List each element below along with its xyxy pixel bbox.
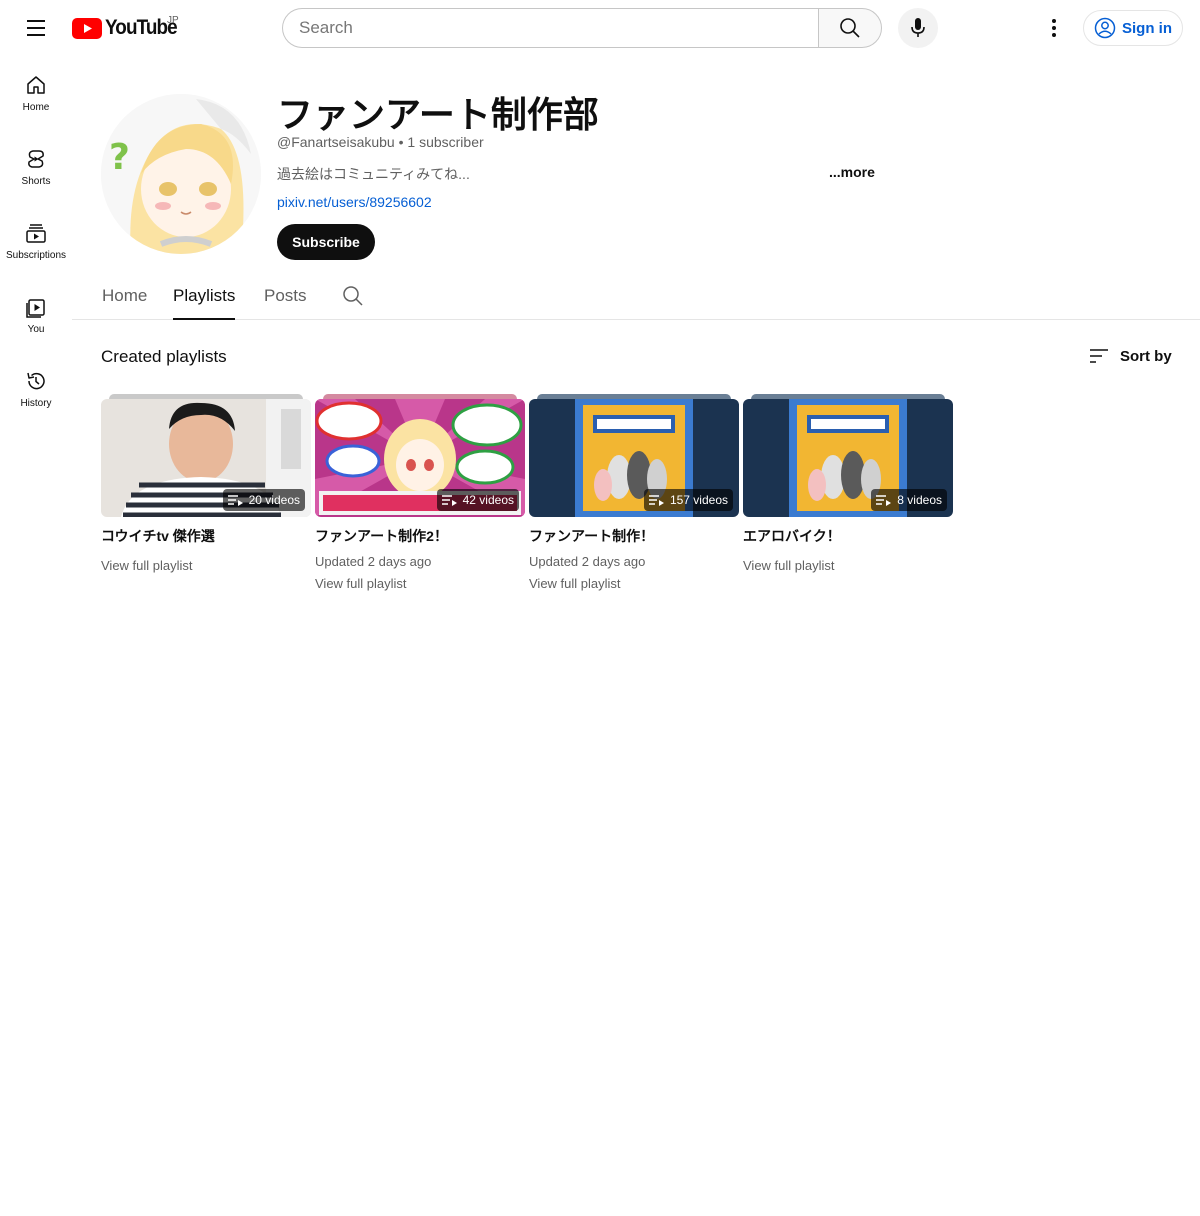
guide-menu-button[interactable] <box>18 10 54 46</box>
view-full-playlist-link[interactable]: View full playlist <box>743 558 835 573</box>
tab-home[interactable]: Home <box>102 286 147 320</box>
video-count: 20 videos <box>248 493 300 507</box>
avatar-illustration: ? <box>101 94 261 254</box>
playlist-updated: Updated 2 days ago <box>529 554 646 569</box>
svg-text:?: ? <box>109 137 130 178</box>
video-count-badge: 157 videos <box>643 489 733 511</box>
guide-item-label: Subscriptions <box>5 249 67 261</box>
video-count: 8 videos <box>897 493 942 507</box>
channel-avatar[interactable]: ? <box>101 94 261 254</box>
tab-playlists[interactable]: Playlists <box>173 286 236 320</box>
subscriptions-icon <box>26 223 46 243</box>
sort-by-button[interactable]: Sort by <box>1088 342 1172 370</box>
channel-description[interactable]: 過去絵はコミュニティみてね... <box>277 164 470 184</box>
sign-in-label: Sign in <box>1122 19 1172 37</box>
channel-name: ファンアート制作部 <box>277 94 599 135</box>
search-button[interactable] <box>818 8 882 48</box>
video-count: 42 videos <box>462 493 514 507</box>
dot <box>1052 33 1056 37</box>
sort-icon <box>1090 349 1108 363</box>
shorts-icon <box>28 149 44 168</box>
voice-search-button[interactable] <box>898 8 938 48</box>
search-icon <box>343 286 363 306</box>
search-input[interactable] <box>282 8 819 48</box>
view-full-playlist-link[interactable]: View full playlist <box>529 576 621 591</box>
guide-item-shorts[interactable]: Shorts <box>0 130 72 204</box>
playlist-icon <box>227 495 243 506</box>
guide-item-label: You <box>27 323 45 335</box>
youtube-play-icon <box>72 17 102 39</box>
sort-by-label: Sort by <box>1120 347 1172 365</box>
playlist-icon <box>648 495 664 506</box>
channel-external-link[interactable]: pixiv.net/users/89256602 <box>277 194 432 210</box>
playlist-thumbnail[interactable]: 8 videos <box>743 399 953 517</box>
playlist-thumbnail[interactable]: 157 videos <box>529 399 739 517</box>
channel-search-button[interactable] <box>342 285 366 309</box>
section-title: Created playlists <box>101 347 227 366</box>
tab-posts[interactable]: Posts <box>264 286 307 320</box>
menu-bar <box>27 20 45 22</box>
masthead: YouTube JP Sign in <box>0 0 1200 56</box>
guide-item-home[interactable]: Home <box>0 56 72 130</box>
guide-item-label: History <box>20 397 52 409</box>
playlist-updated: Updated 2 days ago <box>315 554 432 569</box>
guide-item-label: Home <box>22 101 50 113</box>
dot <box>1052 19 1056 23</box>
video-count-badge: 42 videos <box>436 489 519 511</box>
microphone-icon <box>911 18 925 37</box>
guide-item-subscriptions[interactable]: Subscriptions <box>0 204 72 278</box>
view-full-playlist-link[interactable]: View full playlist <box>101 558 193 573</box>
playlist-title[interactable]: コウイチtv 傑作選 <box>101 526 215 546</box>
playlist-title[interactable]: エアロバイク！ <box>743 526 841 546</box>
menu-bar <box>27 27 45 29</box>
guide-item-label: Shorts <box>21 175 51 187</box>
playlist-title[interactable]: ファンアート制作！ <box>529 526 654 546</box>
menu-bar <box>27 34 45 36</box>
playlist-icon <box>441 495 457 506</box>
playlist-title[interactable]: ファンアート制作2！ <box>315 526 448 546</box>
video-count: 157 videos <box>669 493 728 507</box>
search-icon <box>840 18 860 38</box>
logo-wordmark: YouTube <box>105 16 178 39</box>
video-count-badge: 8 videos <box>871 489 947 511</box>
dot <box>1052 26 1056 30</box>
description-more-link[interactable]: ...more <box>829 164 875 180</box>
video-count-badge: 20 videos <box>222 489 305 511</box>
guide-item-you[interactable]: You <box>0 278 72 352</box>
playlist-thumbnail[interactable]: 42 videos <box>315 399 525 517</box>
playlist-thumbnail[interactable]: 20 videos <box>101 399 311 517</box>
mini-guide: Home Shorts Subscriptions You History <box>0 56 72 426</box>
home-icon <box>27 75 45 94</box>
guide-item-history[interactable]: History <box>0 352 72 426</box>
settings-more-button[interactable] <box>1036 10 1072 46</box>
history-icon <box>27 372 45 389</box>
channel-handle-subscribers: @Fanartseisakubu • 1 subscriber <box>277 134 484 150</box>
subscribe-button[interactable]: Subscribe <box>277 224 375 260</box>
you-icon <box>26 298 45 318</box>
region-code: JP <box>167 15 179 26</box>
channel-tabs: Home Playlists Posts <box>72 276 1200 320</box>
playlist-icon <box>876 495 892 506</box>
account-icon <box>1094 17 1116 39</box>
sign-in-button[interactable]: Sign in <box>1083 10 1183 46</box>
view-full-playlist-link[interactable]: View full playlist <box>315 576 407 591</box>
